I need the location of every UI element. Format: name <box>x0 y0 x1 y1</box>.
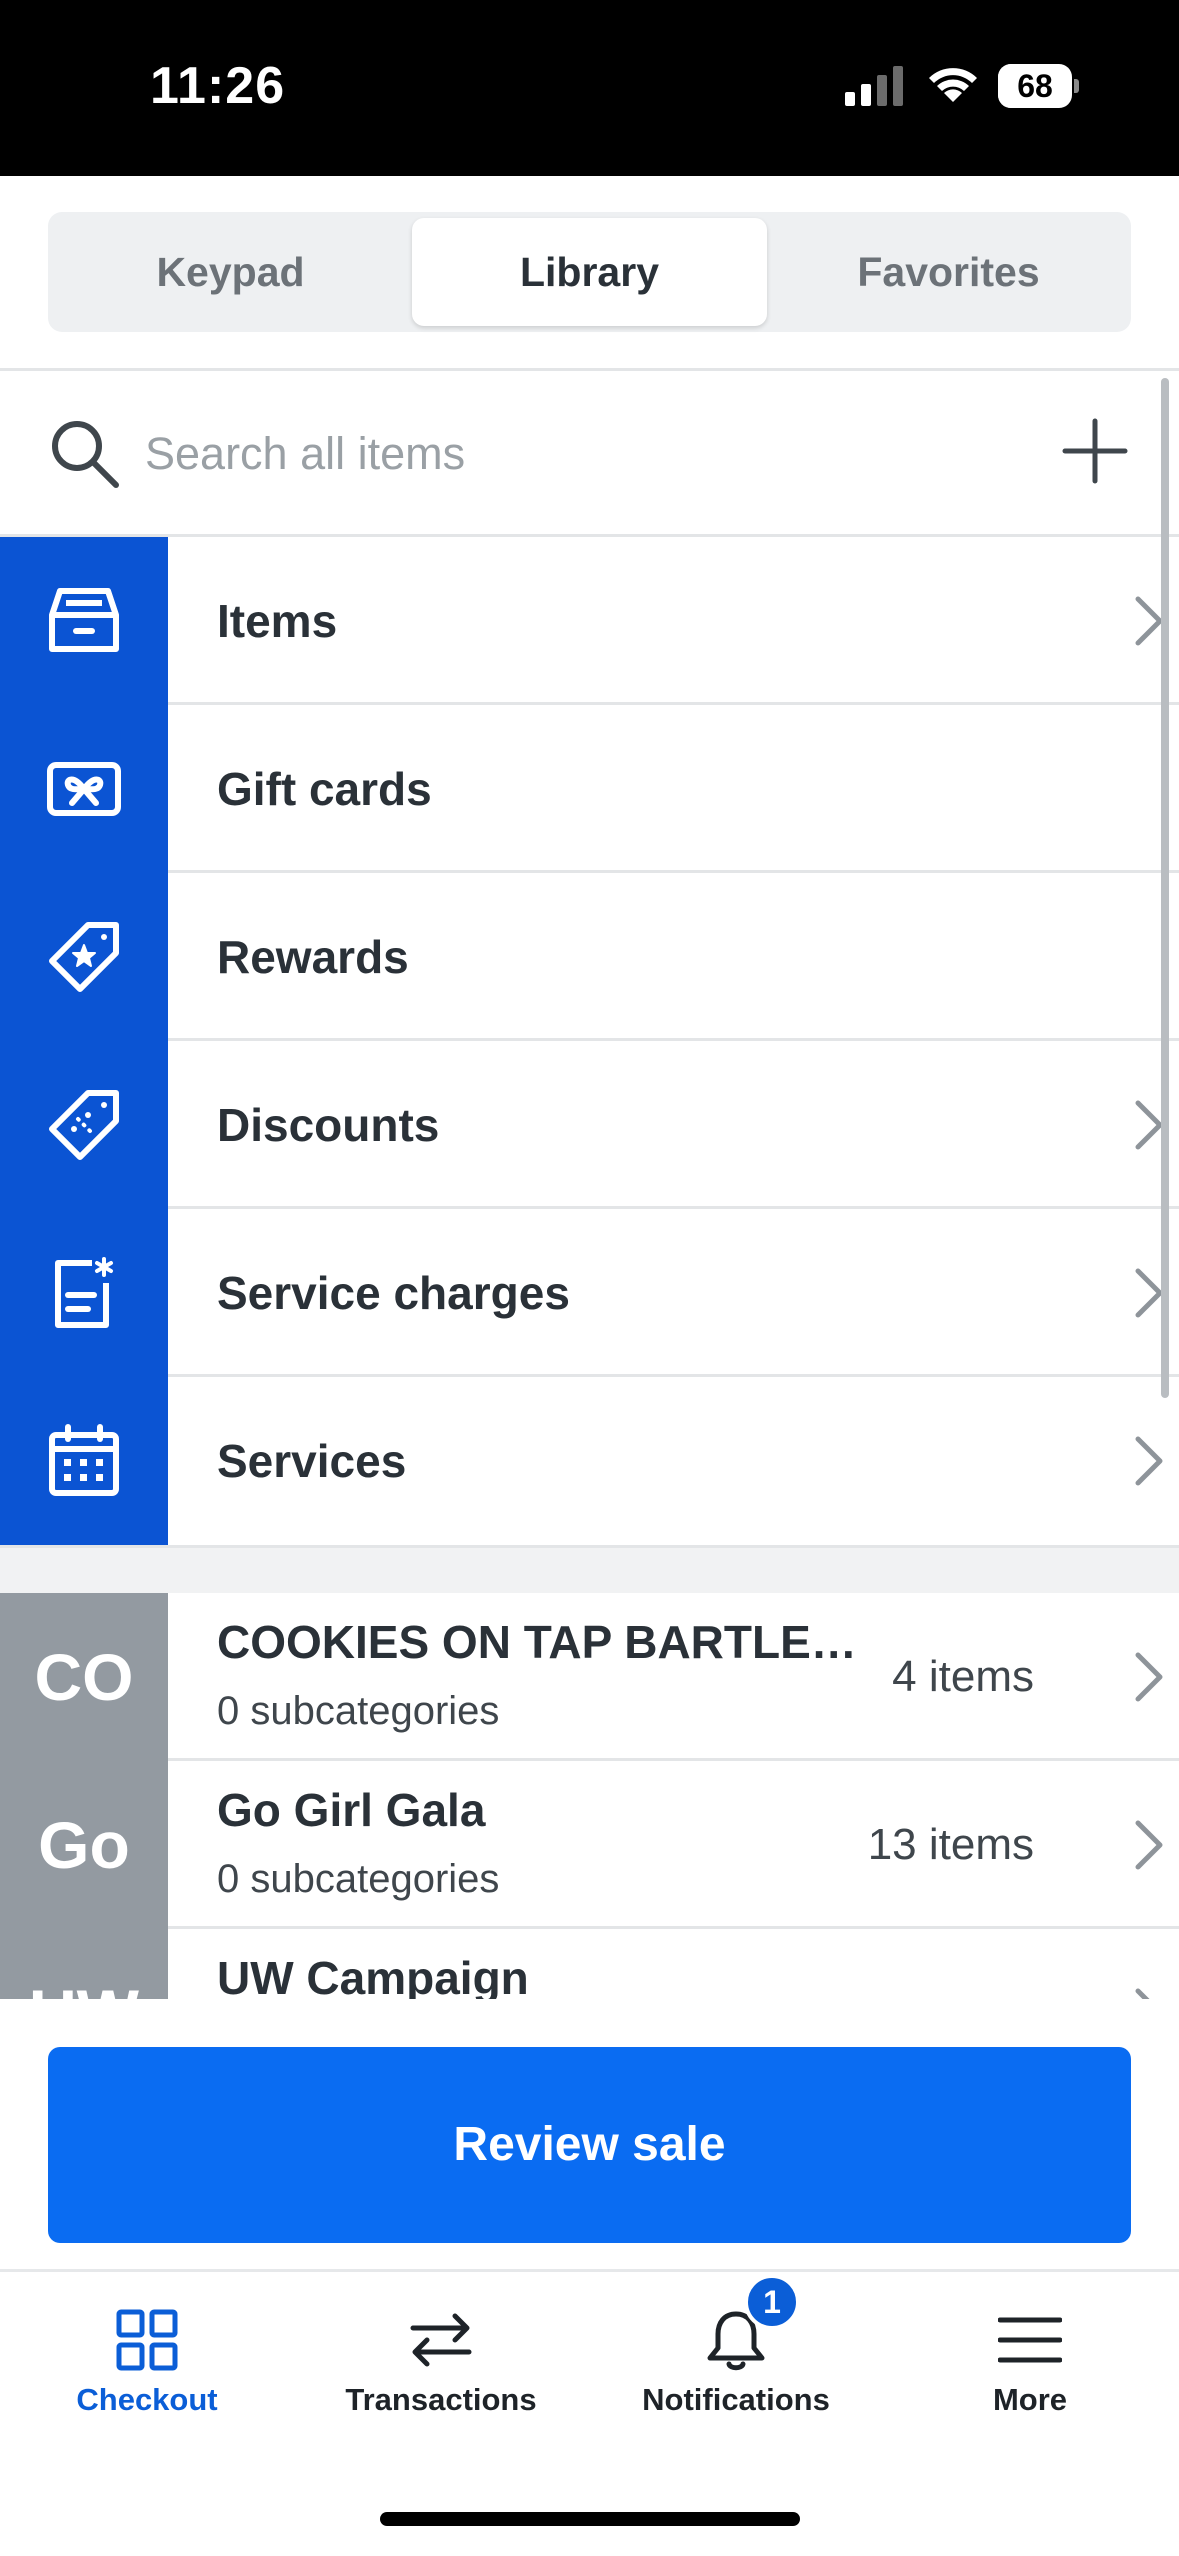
tab-keypad[interactable]: Keypad <box>54 218 407 326</box>
review-sale-button[interactable]: Review sale <box>48 2047 1131 2243</box>
tab-notifications[interactable]: 1 Notifications <box>589 2272 883 2442</box>
wifi-icon <box>929 68 977 102</box>
category-name: UW Campaign <box>217 1952 529 1999</box>
category-count: 13 items <box>867 1820 1034 1869</box>
category-abbreviation: CO <box>0 1593 168 1761</box>
chevron-right-icon <box>1135 1988 1150 1999</box>
search-icon <box>52 421 119 488</box>
item-tile <box>0 1209 168 1377</box>
search-bar <box>0 371 1165 535</box>
library-list: Items Gift cards Rewards Discounts Servi… <box>0 537 1179 1545</box>
library-item-services[interactable]: Services <box>0 1377 1179 1545</box>
status-time: 11:26 <box>150 57 286 115</box>
status-bar: 11:26 68 <box>0 0 1179 176</box>
search-input[interactable] <box>145 419 985 489</box>
library-item-label: Rewards <box>217 931 409 983</box>
item-tile <box>0 873 168 1041</box>
category-name: COOKIES ON TAP BARTLE… <box>217 1616 857 1668</box>
tab-label: Checkout <box>76 2382 218 2417</box>
tab-favorites[interactable]: Favorites <box>772 218 1125 326</box>
item-tile <box>0 1041 168 1209</box>
library-item-label: Discounts <box>217 1099 440 1151</box>
category-subtitle: 0 subcategories <box>217 1857 500 1901</box>
service-charge-icon <box>55 1257 113 1328</box>
cellular-signal-icon <box>845 66 903 106</box>
calendar-icon <box>49 1424 119 1496</box>
library-item-label: Services <box>217 1435 407 1487</box>
library-item-discounts[interactable]: Discounts <box>0 1041 1179 1209</box>
library-item-label: Service charges <box>217 1267 570 1319</box>
library-mode-switcher: Keypad Library Favorites <box>48 212 1131 332</box>
gift-card-icon <box>47 762 121 816</box>
reward-tag-icon <box>49 922 119 992</box>
library-item-label: Gift cards <box>217 763 432 815</box>
review-sale-area: Review sale <box>0 1999 1179 2269</box>
category-row[interactable]: UW UW Campaign <box>0 1929 1179 1999</box>
library-item-service-charges[interactable]: Service charges <box>0 1209 1179 1377</box>
home-indicator <box>380 2512 800 2526</box>
bottom-tab-bar: Checkout Transactions 1 Notifications Mo… <box>0 2272 1179 2442</box>
category-count: 4 items <box>892 1652 1034 1701</box>
category-name: Go Girl Gala <box>217 1784 486 1836</box>
plus-icon[interactable] <box>1055 411 1135 491</box>
chevron-right-icon <box>1135 1436 1163 1486</box>
category-row[interactable]: Go Go Girl Gala 0 subcategories 13 items <box>0 1761 1179 1929</box>
library-item-rewards[interactable]: Rewards <box>0 873 1179 1041</box>
section-separator <box>0 1545 1179 1593</box>
notification-badge: 1 <box>744 2274 800 2330</box>
category-abbreviation: Go <box>0 1761 168 1929</box>
category-list: CO COOKIES ON TAP BARTLE… 0 subcategorie… <box>0 1593 1179 1999</box>
category-subtitle: 0 subcategories <box>217 1689 500 1733</box>
category-abbreviation: UW <box>0 1929 168 1999</box>
item-tile <box>0 705 168 873</box>
library-item-gift-cards[interactable]: Gift cards <box>0 705 1179 873</box>
tab-label: Transactions <box>345 2382 537 2417</box>
chevron-right-icon <box>1135 1652 1163 1702</box>
inventory-tray-icon <box>49 588 119 652</box>
scrollbar[interactable] <box>1161 378 1169 1398</box>
arrows-swap-icon <box>410 2313 472 2367</box>
item-tile <box>0 1377 168 1545</box>
chevron-right-icon <box>1135 1820 1163 1870</box>
category-row[interactable]: CO COOKIES ON TAP BARTLE… 0 subcategorie… <box>0 1593 1179 1761</box>
battery-indicator: 68 <box>998 64 1079 108</box>
tab-library[interactable]: Library <box>412 218 767 326</box>
discount-tag-icon <box>49 1090 119 1160</box>
library-item-items[interactable]: Items <box>0 537 1179 705</box>
tab-checkout[interactable]: Checkout <box>0 2272 294 2442</box>
battery-percent: 68 <box>1017 68 1053 104</box>
item-tile <box>0 537 168 705</box>
menu-icon <box>998 2317 1062 2363</box>
library-item-label: Items <box>217 595 338 647</box>
tab-label: Notifications <box>642 2382 830 2417</box>
tab-transactions[interactable]: Transactions <box>294 2272 588 2442</box>
tab-more[interactable]: More <box>883 2272 1177 2442</box>
tab-label: More <box>992 2382 1068 2417</box>
grid-icon <box>116 2309 178 2371</box>
